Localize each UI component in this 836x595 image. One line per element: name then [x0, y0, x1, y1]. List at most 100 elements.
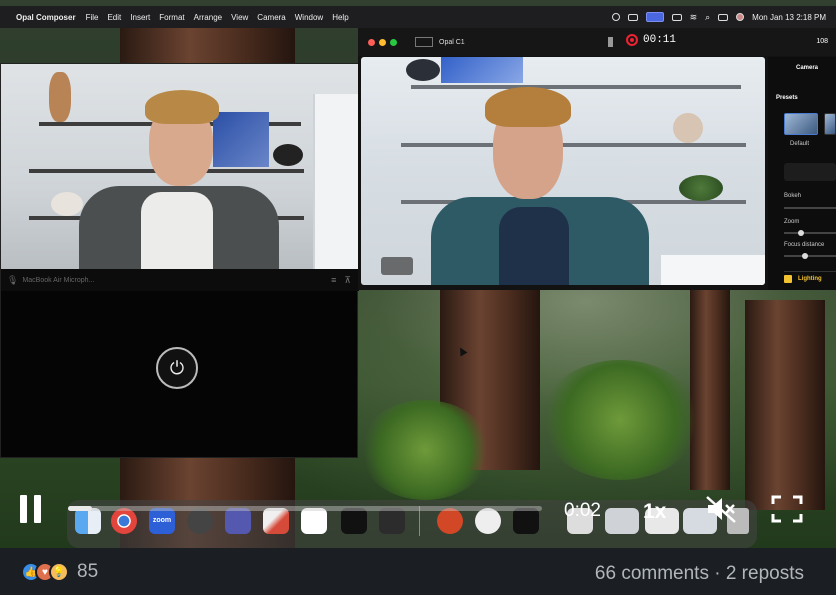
sliders-icon[interactable]: ≡	[331, 275, 336, 286]
door	[313, 94, 359, 269]
menubar-status-area: ≋ ⌕ Mon Jan 13 2:18 PM	[611, 12, 836, 23]
teams-icon[interactable]	[225, 508, 251, 534]
zoom-app-icon[interactable]: zoom	[149, 508, 175, 534]
finder-icon[interactable]	[75, 508, 101, 534]
tab-camera[interactable]: Camera	[796, 65, 818, 71]
screen-record-icon[interactable]	[645, 12, 664, 22]
bokeh-slider[interactable]	[784, 207, 836, 209]
comments-reposts-link[interactable]: 66 comments · 2 reposts	[595, 563, 804, 585]
device-name[interactable]: Opal C1	[439, 39, 465, 46]
menu-edit[interactable]: Edit	[107, 13, 121, 22]
person-hair	[485, 87, 571, 127]
pause-icon	[34, 495, 41, 523]
zoom-slider-knob[interactable]	[798, 230, 804, 236]
menu-view[interactable]: View	[231, 13, 248, 22]
focus-slider[interactable]	[784, 253, 836, 259]
macos-menubar: Opal Composer File Edit Insert Format Ar…	[0, 6, 836, 28]
menu-format[interactable]: Format	[159, 13, 184, 22]
power-button[interactable]: ⏻	[156, 347, 198, 389]
search-icon[interactable]: ⌕	[705, 12, 710, 23]
social-counts-bar: 👍 ♥ 💡 85 66 comments · 2 reposts	[0, 548, 836, 595]
camera-preview-window[interactable]: 🎙 MacBook Air Microph... ≡ ⊼ ⏻	[0, 63, 359, 458]
app-icon[interactable]	[263, 508, 289, 534]
video-frame[interactable]: Opal Composer File Edit Insert Format Ar…	[0, 0, 836, 548]
minimize-window-button[interactable]	[379, 38, 386, 46]
menu-arrange[interactable]: Arrange	[194, 13, 222, 22]
reactions-summary[interactable]: 👍 ♥ 💡 85	[21, 561, 98, 583]
bokeh-label: Bokeh	[784, 193, 802, 199]
microphone-icon[interactable]: 🎙	[7, 275, 18, 286]
menu-file[interactable]: File	[86, 13, 99, 22]
app-icon[interactable]	[475, 508, 501, 534]
sculpture	[49, 72, 71, 122]
microphone-bar: 🎙 MacBook Air Microph... ≡ ⊼	[1, 269, 359, 291]
system-settings-icon[interactable]	[187, 508, 213, 534]
pause-button[interactable]	[20, 495, 44, 523]
airplay-icon[interactable]: ⊼	[344, 275, 351, 286]
presets-header: Presets	[776, 95, 798, 101]
reaction-count[interactable]: 85	[77, 561, 98, 583]
window-titlebar: Opal C1	[358, 28, 836, 56]
vase	[51, 192, 83, 216]
insightful-icon: 💡	[49, 562, 69, 582]
plant	[679, 175, 723, 201]
menu-camera[interactable]: Camera	[257, 13, 285, 22]
shelf	[411, 85, 741, 89]
microphone-select[interactable]: MacBook Air Microph...	[22, 277, 94, 284]
status-icon[interactable]	[627, 13, 638, 21]
zoom-slider[interactable]	[784, 230, 836, 236]
lighting-icon	[784, 275, 792, 283]
calculator-icon[interactable]	[379, 508, 405, 534]
playback-speed-button[interactable]: 1x	[643, 500, 666, 524]
shelf	[401, 143, 746, 147]
person-shirt	[141, 192, 213, 269]
status-icon[interactable]	[611, 13, 620, 21]
lighting-label[interactable]: Lighting	[798, 276, 822, 282]
preset-default-label: Default	[790, 141, 810, 147]
preset-selector[interactable]	[784, 163, 836, 181]
fullscreen-button[interactable]	[771, 494, 803, 524]
mute-button[interactable]	[704, 494, 738, 524]
menubar-clock[interactable]: Mon Jan 13 2:18 PM	[752, 13, 826, 22]
app-icon[interactable]	[341, 508, 367, 534]
counter-label: 108	[816, 38, 828, 45]
focus-slider-knob[interactable]	[802, 253, 808, 259]
fern-bush	[540, 360, 700, 480]
recording-time: 00:11	[643, 34, 677, 46]
pause-icon	[20, 495, 27, 523]
settings-panel: Camera Presets Default Bokeh Zoom Focus …	[768, 57, 836, 290]
zoom-window-button[interactable]	[390, 38, 397, 46]
vase	[273, 144, 303, 166]
zoom-app-label: zoom	[152, 517, 172, 524]
wall-art	[441, 57, 523, 83]
wifi-icon[interactable]: ≋	[690, 12, 698, 23]
person-hair	[145, 90, 219, 124]
user-avatar-icon[interactable]	[736, 13, 745, 21]
menu-help[interactable]: Help	[332, 13, 348, 22]
fern-bush	[360, 400, 490, 500]
menu-window[interactable]: Window	[295, 13, 323, 22]
control-center-icon[interactable]	[718, 13, 729, 21]
opal-composer-window[interactable]: Opal C1 00:11 108 Camera Presets Default…	[358, 28, 836, 290]
fullscreen-icon	[771, 495, 803, 523]
overlay-controls[interactable]	[381, 257, 413, 275]
chrome-icon[interactable]	[111, 508, 137, 534]
powerpoint-icon[interactable]	[437, 508, 463, 534]
progress-bar[interactable]	[68, 506, 542, 511]
menu-insert[interactable]: Insert	[130, 13, 150, 22]
recording-indicator[interactable]: 00:11	[626, 34, 676, 46]
preset-default-thumb[interactable]	[784, 113, 818, 135]
preset-thumb[interactable]	[824, 113, 836, 135]
zoom-label: Zoom	[784, 219, 800, 225]
slack-icon[interactable]	[301, 508, 327, 534]
close-window-button[interactable]	[368, 38, 375, 46]
mic-level-icon	[608, 37, 613, 47]
mic-controls: ≡ ⊼	[331, 275, 359, 286]
focus-distance-label: Focus distance	[784, 242, 825, 248]
window-thumbnail[interactable]	[605, 508, 639, 534]
menubar-app-name[interactable]: Opal Composer	[16, 13, 76, 22]
power-icon: ⏻	[169, 357, 185, 378]
battery-icon[interactable]	[671, 13, 682, 21]
app-icon[interactable]	[513, 508, 539, 534]
desk	[661, 255, 765, 285]
